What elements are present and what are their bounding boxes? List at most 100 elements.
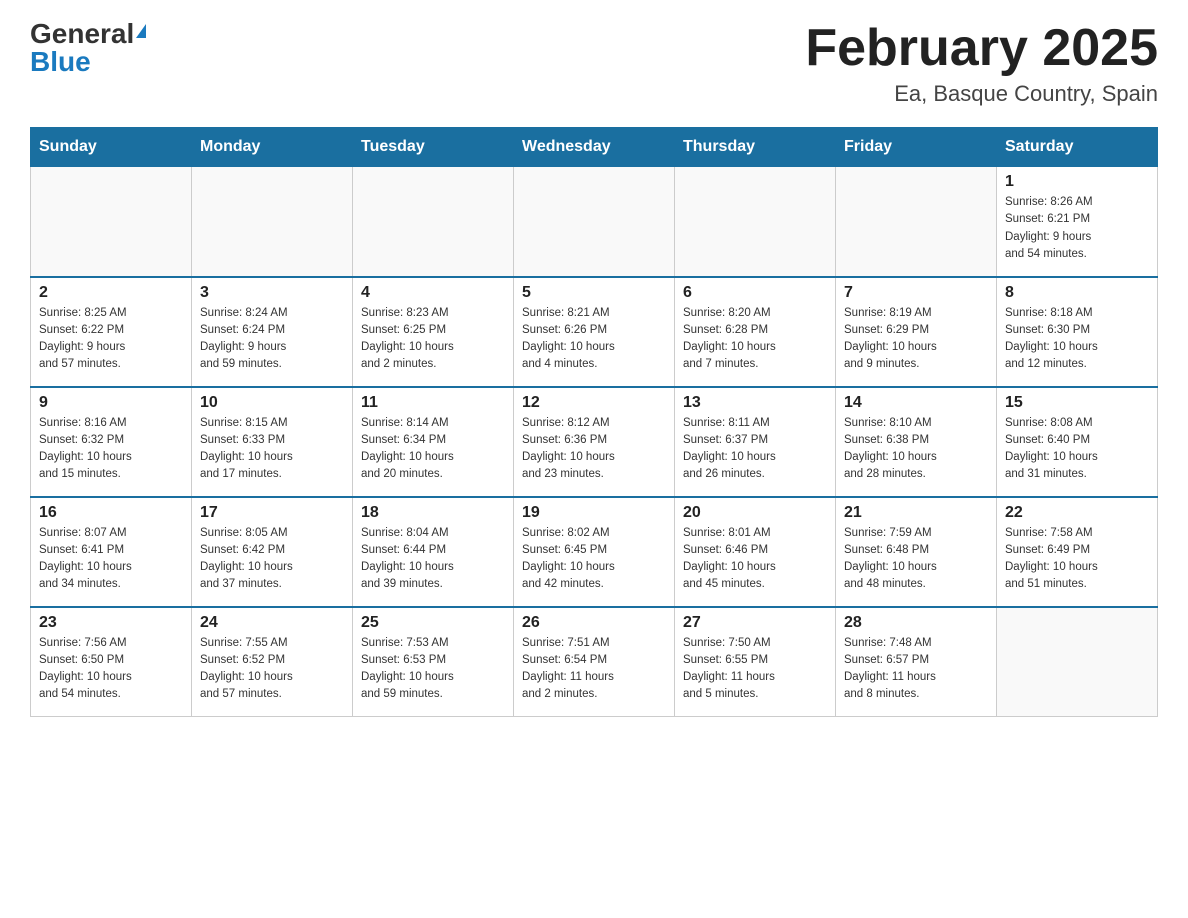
calendar-cell: 8 Sunrise: 8:18 AM Sunset: 6:30 PM Daylig…	[997, 277, 1158, 387]
calendar-cell: 9 Sunrise: 8:16 AM Sunset: 6:32 PM Daylig…	[31, 387, 192, 497]
weekday-header: Wednesday	[514, 128, 675, 167]
day-info: Sunrise: 8:08 AM Sunset: 6:40 PM Dayligh…	[1005, 415, 1149, 484]
day-number: 20	[683, 504, 827, 522]
calendar-cell: 27 Sunrise: 7:50 AM Sunset: 6:55 PM Dayli…	[675, 607, 836, 717]
day-info: Sunrise: 7:50 AM Sunset: 6:55 PM Dayligh…	[683, 635, 827, 704]
day-info: Sunrise: 7:56 AM Sunset: 6:50 PM Dayligh…	[39, 635, 183, 704]
day-number: 7	[844, 284, 988, 302]
day-number: 10	[200, 394, 344, 412]
calendar-cell	[675, 167, 836, 277]
weekday-header: Thursday	[675, 128, 836, 167]
day-number: 19	[522, 504, 666, 522]
day-number: 14	[844, 394, 988, 412]
calendar-cell: 26 Sunrise: 7:51 AM Sunset: 6:54 PM Dayli…	[514, 607, 675, 717]
calendar-cell: 6 Sunrise: 8:20 AM Sunset: 6:28 PM Daylig…	[675, 277, 836, 387]
calendar-week-row: 16 Sunrise: 8:07 AM Sunset: 6:41 PM Dayli…	[31, 497, 1158, 607]
day-number: 1	[1005, 173, 1149, 191]
calendar-cell	[514, 167, 675, 277]
calendar-cell	[836, 167, 997, 277]
weekday-header: Friday	[836, 128, 997, 167]
calendar-cell: 24 Sunrise: 7:55 AM Sunset: 6:52 PM Dayli…	[192, 607, 353, 717]
day-info: Sunrise: 8:01 AM Sunset: 6:46 PM Dayligh…	[683, 525, 827, 594]
day-info: Sunrise: 8:04 AM Sunset: 6:44 PM Dayligh…	[361, 525, 505, 594]
day-info: Sunrise: 7:58 AM Sunset: 6:49 PM Dayligh…	[1005, 525, 1149, 594]
day-info: Sunrise: 8:24 AM Sunset: 6:24 PM Dayligh…	[200, 305, 344, 374]
day-number: 3	[200, 284, 344, 302]
day-number: 5	[522, 284, 666, 302]
calendar-cell: 23 Sunrise: 7:56 AM Sunset: 6:50 PM Dayli…	[31, 607, 192, 717]
day-number: 26	[522, 614, 666, 632]
day-number: 16	[39, 504, 183, 522]
day-info: Sunrise: 8:10 AM Sunset: 6:38 PM Dayligh…	[844, 415, 988, 484]
calendar-cell: 5 Sunrise: 8:21 AM Sunset: 6:26 PM Daylig…	[514, 277, 675, 387]
calendar-cell: 18Sunrise: 8:04 AM Sunset: 6:44 PM Dayli…	[353, 497, 514, 607]
calendar-week-row: 23 Sunrise: 7:56 AM Sunset: 6:50 PM Dayli…	[31, 607, 1158, 717]
calendar-cell	[353, 167, 514, 277]
day-info: Sunrise: 8:21 AM Sunset: 6:26 PM Dayligh…	[522, 305, 666, 374]
day-info: Sunrise: 8:02 AM Sunset: 6:45 PM Dayligh…	[522, 525, 666, 594]
logo-blue-text: Blue	[30, 48, 91, 76]
calendar-cell: 17 Sunrise: 8:05 AM Sunset: 6:42 PM Dayli…	[192, 497, 353, 607]
calendar-cell: 13Sunrise: 8:11 AM Sunset: 6:37 PM Dayli…	[675, 387, 836, 497]
day-number: 13	[683, 394, 827, 412]
calendar-cell: 1 Sunrise: 8:26 AM Sunset: 6:21 PM Daylig…	[997, 167, 1158, 277]
day-number: 21	[844, 504, 988, 522]
calendar-cell: 11 Sunrise: 8:14 AM Sunset: 6:34 PM Dayli…	[353, 387, 514, 497]
calendar-week-row: 2 Sunrise: 8:25 AM Sunset: 6:22 PM Daylig…	[31, 277, 1158, 387]
calendar-cell: 19 Sunrise: 8:02 AM Sunset: 6:45 PM Dayli…	[514, 497, 675, 607]
day-info: Sunrise: 8:07 AM Sunset: 6:41 PM Dayligh…	[39, 525, 183, 594]
calendar-header-row: SundayMondayTuesdayWednesdayThursdayFrid…	[31, 128, 1158, 167]
day-number: 8	[1005, 284, 1149, 302]
calendar-cell: 3 Sunrise: 8:24 AM Sunset: 6:24 PM Daylig…	[192, 277, 353, 387]
day-number: 2	[39, 284, 183, 302]
day-info: Sunrise: 7:59 AM Sunset: 6:48 PM Dayligh…	[844, 525, 988, 594]
day-info: Sunrise: 8:19 AM Sunset: 6:29 PM Dayligh…	[844, 305, 988, 374]
day-number: 23	[39, 614, 183, 632]
calendar-table: SundayMondayTuesdayWednesdayThursdayFrid…	[30, 127, 1158, 717]
day-number: 24	[200, 614, 344, 632]
weekday-header: Tuesday	[353, 128, 514, 167]
month-title: February 2025	[805, 20, 1158, 77]
calendar-cell	[997, 607, 1158, 717]
weekday-header: Saturday	[997, 128, 1158, 167]
calendar-cell: 10Sunrise: 8:15 AM Sunset: 6:33 PM Dayli…	[192, 387, 353, 497]
day-number: 11	[361, 394, 505, 412]
day-number: 6	[683, 284, 827, 302]
day-number: 9	[39, 394, 183, 412]
day-info: Sunrise: 8:20 AM Sunset: 6:28 PM Dayligh…	[683, 305, 827, 374]
logo: General Blue	[30, 20, 146, 76]
calendar-cell: 28 Sunrise: 7:48 AM Sunset: 6:57 PM Dayli…	[836, 607, 997, 717]
calendar-cell: 14 Sunrise: 8:10 AM Sunset: 6:38 PM Dayli…	[836, 387, 997, 497]
calendar-cell	[192, 167, 353, 277]
day-info: Sunrise: 7:55 AM Sunset: 6:52 PM Dayligh…	[200, 635, 344, 704]
location: Ea, Basque Country, Spain	[805, 81, 1158, 107]
calendar-cell: 20 Sunrise: 8:01 AM Sunset: 6:46 PM Dayli…	[675, 497, 836, 607]
calendar-cell: 22 Sunrise: 7:58 AM Sunset: 6:49 PM Dayli…	[997, 497, 1158, 607]
day-number: 22	[1005, 504, 1149, 522]
day-info: Sunrise: 8:14 AM Sunset: 6:34 PM Dayligh…	[361, 415, 505, 484]
title-area: February 2025 Ea, Basque Country, Spain	[805, 20, 1158, 107]
calendar-cell	[31, 167, 192, 277]
day-info: Sunrise: 8:18 AM Sunset: 6:30 PM Dayligh…	[1005, 305, 1149, 374]
day-number: 17	[200, 504, 344, 522]
day-info: Sunrise: 8:05 AM Sunset: 6:42 PM Dayligh…	[200, 525, 344, 594]
calendar-cell: 25Sunrise: 7:53 AM Sunset: 6:53 PM Dayli…	[353, 607, 514, 717]
page-header: General Blue February 2025 Ea, Basque Co…	[30, 20, 1158, 107]
day-number: 27	[683, 614, 827, 632]
calendar-cell: 15Sunrise: 8:08 AM Sunset: 6:40 PM Dayli…	[997, 387, 1158, 497]
day-info: Sunrise: 7:51 AM Sunset: 6:54 PM Dayligh…	[522, 635, 666, 704]
day-number: 28	[844, 614, 988, 632]
day-info: Sunrise: 8:25 AM Sunset: 6:22 PM Dayligh…	[39, 305, 183, 374]
day-info: Sunrise: 8:26 AM Sunset: 6:21 PM Dayligh…	[1005, 194, 1149, 263]
weekday-header: Sunday	[31, 128, 192, 167]
day-number: 25	[361, 614, 505, 632]
day-info: Sunrise: 7:48 AM Sunset: 6:57 PM Dayligh…	[844, 635, 988, 704]
calendar-week-row: 9 Sunrise: 8:16 AM Sunset: 6:32 PM Daylig…	[31, 387, 1158, 497]
calendar-cell: 12Sunrise: 8:12 AM Sunset: 6:36 PM Dayli…	[514, 387, 675, 497]
day-number: 12	[522, 394, 666, 412]
day-info: Sunrise: 8:16 AM Sunset: 6:32 PM Dayligh…	[39, 415, 183, 484]
logo-triangle-icon	[136, 24, 146, 38]
weekday-header: Monday	[192, 128, 353, 167]
logo-general-text: General	[30, 20, 134, 48]
calendar-cell: 2 Sunrise: 8:25 AM Sunset: 6:22 PM Daylig…	[31, 277, 192, 387]
